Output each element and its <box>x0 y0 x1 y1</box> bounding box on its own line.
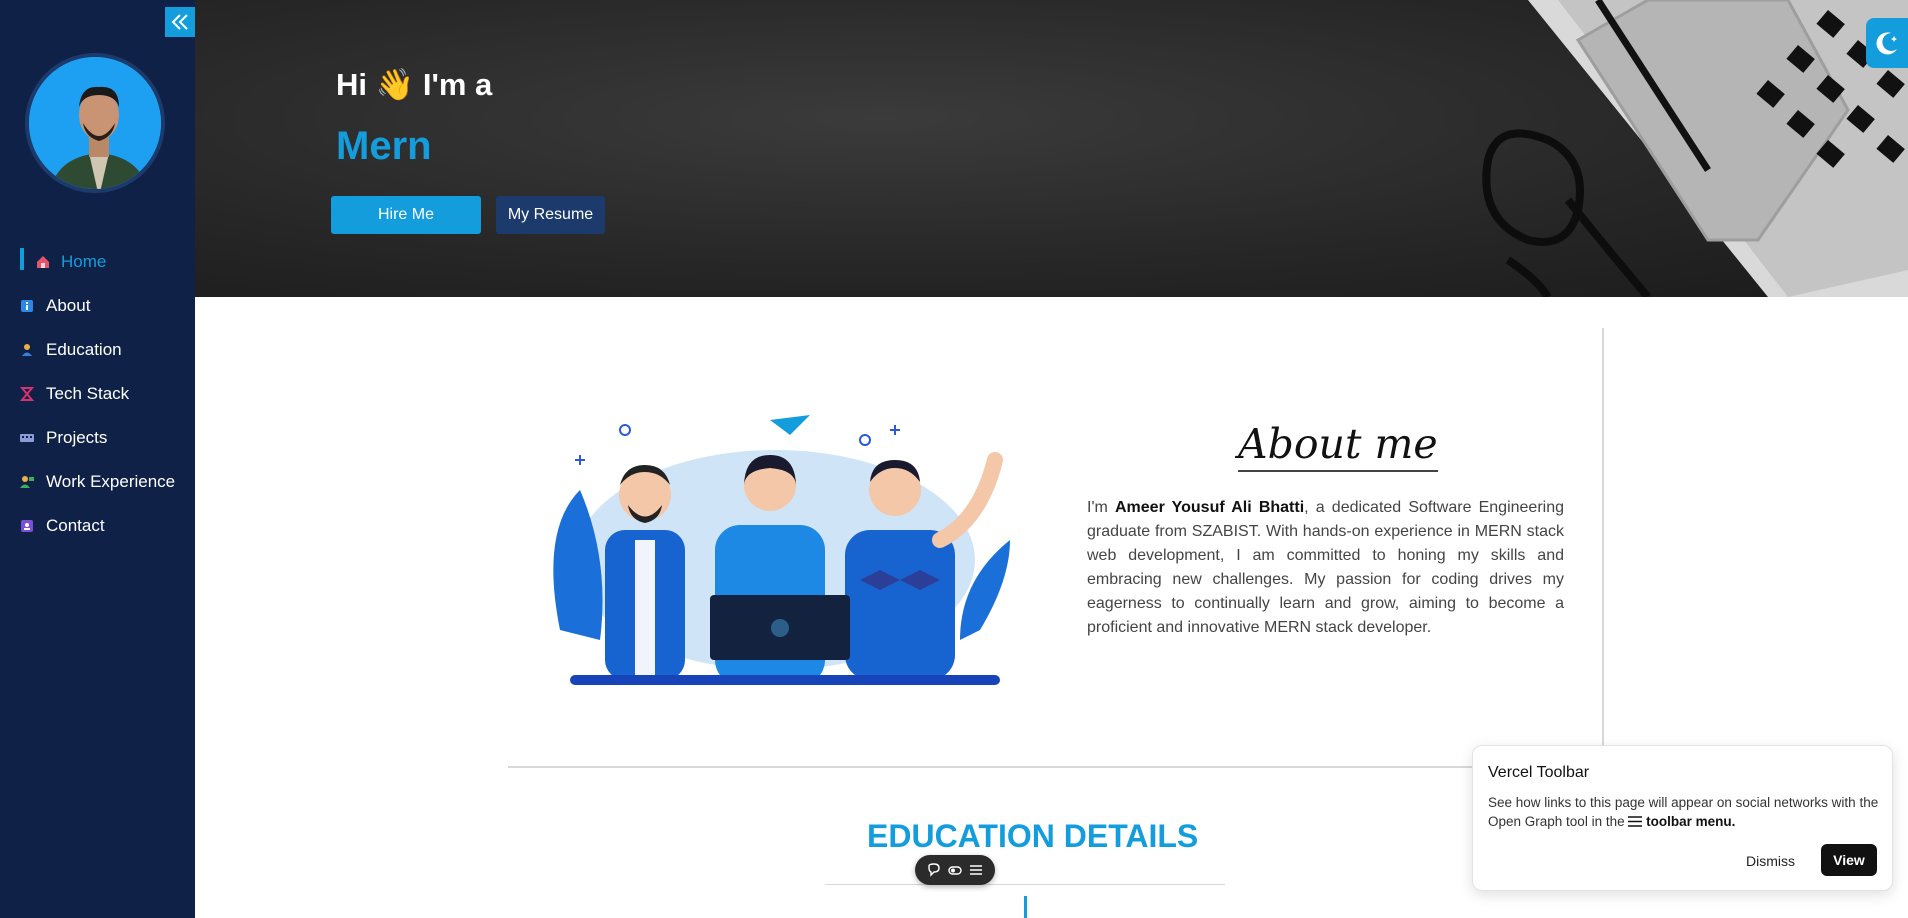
hero-role: Mern <box>336 124 432 168</box>
double-chevron-left-icon <box>171 14 188 30</box>
view-button[interactable]: View <box>1821 844 1877 876</box>
collapse-sidebar-button[interactable] <box>165 7 195 37</box>
vercel-mini-toolbar[interactable] <box>915 855 995 885</box>
sidebar-item-tech-stack[interactable]: Tech Stack <box>0 372 195 416</box>
vercel-popup-body: See how links to this page will appear o… <box>1488 793 1883 831</box>
greeting-hi: Hi <box>336 67 367 102</box>
hero-banner: Hi 👋 I'm a Mern Hire Me My Resume <box>195 0 1908 297</box>
toggle-icon[interactable] <box>947 862 963 878</box>
contact-card-icon <box>21 520 33 532</box>
theme-toggle-button[interactable] <box>1866 18 1908 68</box>
vercel-toolbar-popup: Vercel Toolbar See how links to this pag… <box>1472 745 1893 891</box>
sidebar-item-projects[interactable]: Projects <box>0 416 195 460</box>
education-title-rule <box>825 884 1225 885</box>
sidebar-item-education[interactable]: Education <box>0 328 195 372</box>
vercel-popup-title: Vercel Toolbar <box>1488 764 1590 781</box>
sidebar-item-label: About <box>46 296 91 315</box>
menu-icon <box>1628 816 1643 827</box>
info-icon <box>21 300 33 312</box>
home-icon <box>37 256 49 268</box>
hourglass-icon <box>20 387 34 401</box>
team-illustration <box>553 415 1010 685</box>
hire-me-button[interactable]: Hire Me <box>331 196 481 234</box>
sidebar-item-label: Projects <box>46 428 108 447</box>
laptop-desk-image <box>1482 0 1908 297</box>
education-timeline <box>1024 896 1027 918</box>
about-text-body: , a dedicated Software Engineering gradu… <box>1087 499 1565 636</box>
student-icon <box>22 344 32 356</box>
comment-icon[interactable] <box>926 862 942 878</box>
sidebar-item-label: Home <box>61 252 107 271</box>
about-name: Ameer Yousuf Ali Bhatti <box>1114 499 1305 516</box>
moon-icon <box>1876 32 1897 55</box>
about-divider <box>1602 328 1604 748</box>
teacher-icon <box>20 476 34 488</box>
hero-greeting: Hi 👋 I'm a <box>336 66 492 103</box>
sidebar-nav: Home About Education Tech Stack Projects <box>0 240 195 548</box>
sidebar: Home About Education Tech Stack Projects <box>0 0 195 918</box>
about-text: I'm Ameer Yousuf Ali Bhatti, a dedicated… <box>1087 496 1564 640</box>
menu-icon[interactable] <box>968 862 984 878</box>
sidebar-item-about[interactable]: About <box>0 284 195 328</box>
greeting-rest: I'm a <box>422 67 493 102</box>
sidebar-item-label: Tech Stack <box>46 384 130 403</box>
sidebar-item-label: Work Experience <box>46 472 176 491</box>
dismiss-button[interactable]: Dismiss <box>1746 845 1795 877</box>
about-title: About me <box>1238 420 1438 472</box>
section-divider <box>508 766 1608 768</box>
sidebar-item-work-experience[interactable]: Work Experience <box>0 460 195 504</box>
waving-hand-icon: 👋 <box>375 67 415 102</box>
sidebar-item-label: Contact <box>46 516 105 535</box>
about-text-prefix: I'm <box>1087 499 1115 516</box>
keyboard-icon <box>20 434 34 442</box>
sidebar-item-label: Education <box>46 340 122 359</box>
my-resume-button[interactable]: My Resume <box>496 196 605 234</box>
education-title: EDUCATION DETAILS <box>867 818 1199 854</box>
avatar <box>25 53 165 193</box>
vercel-popup-body-bold: toolbar menu. <box>1646 814 1736 829</box>
sidebar-item-contact[interactable]: Contact <box>0 504 195 548</box>
sidebar-item-home[interactable]: Home <box>0 240 195 284</box>
